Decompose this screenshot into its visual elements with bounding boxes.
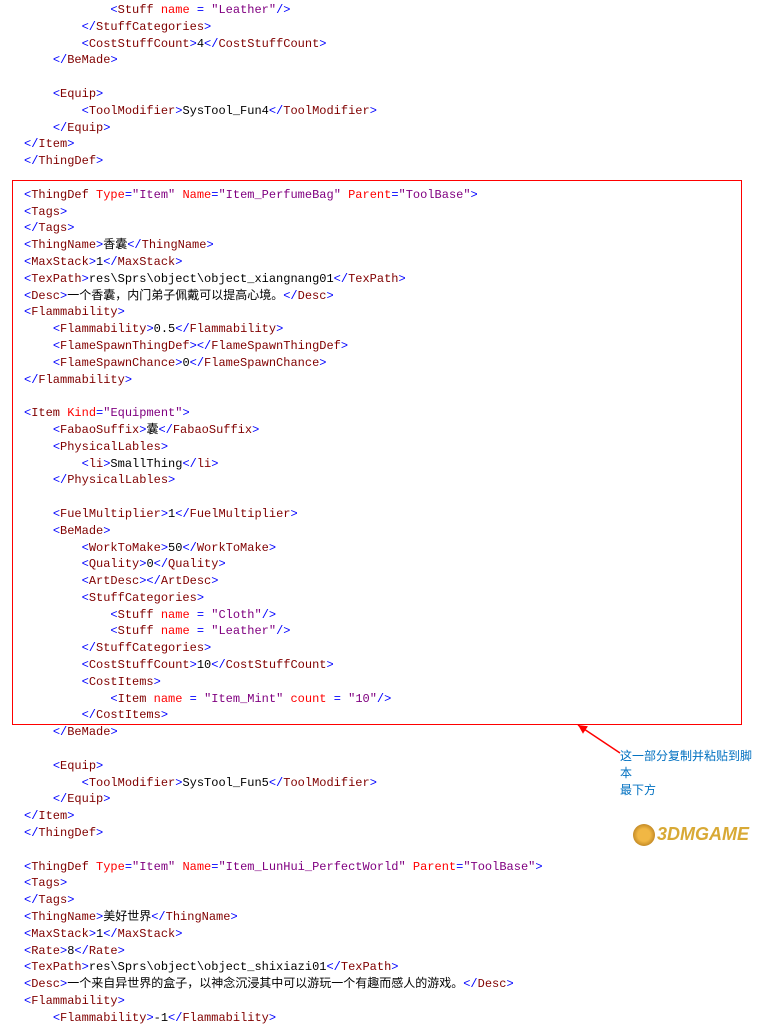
- watermark: 3DMGAME: [633, 822, 749, 847]
- annotation-text: 这一部分复制并粘贴到脚本 最下方: [620, 748, 757, 798]
- watermark-icon: [633, 824, 655, 846]
- xml-code-block-1: <Stuff name = "Leather"/> </StuffCategor…: [0, 0, 757, 1029]
